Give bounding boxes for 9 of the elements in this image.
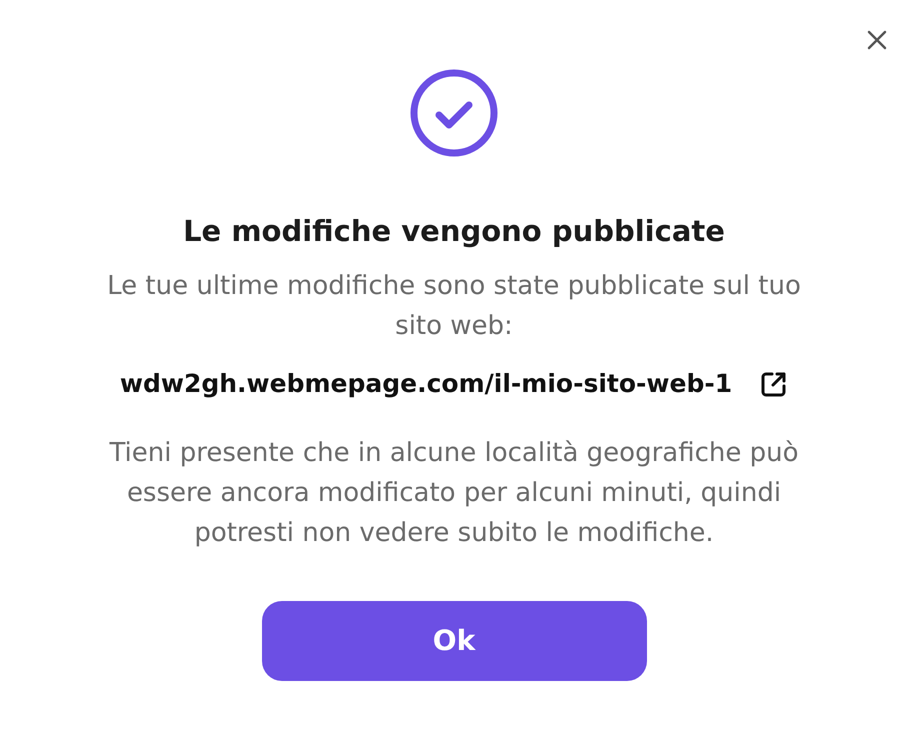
site-link[interactable]: wdw2gh.webmepage.com/il-mio-sito-web-1 [120,367,732,401]
external-link-icon[interactable] [760,370,788,398]
ok-button[interactable]: Ok [262,601,646,681]
close-button[interactable] [866,29,888,51]
dialog-message: Le tue ultime modifiche sono state pubblicate sul tuo sito web: [106,270,802,343]
dialog-title: Le modifiche vengono pubblicate [183,213,725,249]
check-circle-icon [410,69,498,157]
close-icon [867,30,887,50]
dialog-note: Tieni presente che in alcune località geografiche può essere ancora modificato per alcuni minuti, quindi potresti non vedere subito le modifiche. [108,437,800,550]
